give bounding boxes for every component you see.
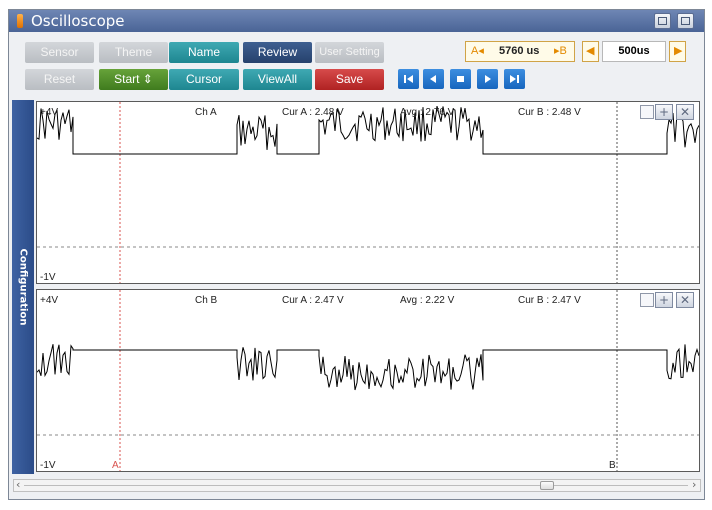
ch-a-close-icon[interactable]: ✕ <box>676 104 694 120</box>
configuration-tab-label: Configuration <box>17 248 29 326</box>
stop-icon <box>457 76 464 82</box>
ch-b-zoom-in-icon[interactable]: + <box>655 292 673 308</box>
ch-b-name: Ch B <box>195 295 218 306</box>
cursor-button[interactable]: Cursor <box>169 69 239 90</box>
step-back-button[interactable] <box>423 69 444 89</box>
skip-to-end-button[interactable] <box>504 69 525 89</box>
menu-icon[interactable] <box>677 13 694 29</box>
play-button[interactable] <box>477 69 498 89</box>
play-icon <box>485 75 491 83</box>
ch-a-checkbox[interactable] <box>640 105 654 119</box>
ch-b-avg: Avg : 2.22 V <box>400 295 455 306</box>
cursor-b-marker[interactable]: ▸B <box>554 42 567 61</box>
user-setting-button[interactable]: User Setting <box>315 42 384 63</box>
timebase-increase-button[interactable]: ▶ <box>669 41 686 62</box>
skip-to-start-button[interactable] <box>398 69 419 89</box>
view-all-button[interactable]: ViewAll <box>243 69 312 90</box>
play-back-icon <box>430 75 436 83</box>
channel-a-trace <box>37 105 699 155</box>
ch-b-close-icon[interactable]: ✕ <box>676 292 694 308</box>
cursor-b-label[interactable]: B <box>609 460 616 471</box>
channel-b-panel: +4V Ch B Cur A : 2.47 V Avg : 2.22 V Cur… <box>36 289 700 472</box>
ch-a-cur-a: Cur A : 2.48 V <box>282 107 344 118</box>
save-button[interactable]: Save <box>315 69 384 90</box>
channel-b-plot <box>37 290 699 471</box>
window-title: Oscilloscope <box>31 12 125 30</box>
app-icon <box>17 14 23 28</box>
scroll-left-icon[interactable]: ‹ <box>16 478 20 491</box>
scroll-right-icon[interactable]: › <box>692 478 696 491</box>
ch-b-cur-b: Cur B : 2.47 V <box>518 295 581 306</box>
start-button[interactable]: Start ⇕ <box>99 69 168 90</box>
restore-window-icon[interactable] <box>654 13 671 29</box>
skip-forward-icon <box>510 75 519 83</box>
arrow-right-icon: ▶ <box>674 45 683 57</box>
ch-b-top-label: +4V <box>40 295 59 306</box>
channel-a-plot <box>37 102 699 283</box>
arrow-left-icon: ◀ <box>586 45 595 57</box>
theme-button[interactable]: Theme <box>99 42 168 63</box>
title-bar: Oscilloscope <box>9 10 704 32</box>
timebase-decrease-button[interactable]: ◀ <box>582 41 599 62</box>
ch-a-cur-b: Cur B : 2.48 V <box>518 107 581 118</box>
ch-a-avg: Avg : 2.76 V <box>400 107 455 118</box>
scroll-track[interactable] <box>24 485 688 486</box>
stop-button[interactable] <box>450 69 471 89</box>
channel-b-trace <box>37 344 699 391</box>
skip-back-icon <box>404 75 413 83</box>
cursor-delta-value: 5760 us <box>499 45 540 57</box>
ch-a-zoom-in-icon[interactable]: + <box>655 104 673 120</box>
ch-a-top-label: +4V <box>40 107 59 118</box>
cursor-a-label[interactable]: A <box>112 460 119 471</box>
ch-b-bottom-label: -1V <box>40 460 56 471</box>
oscilloscope-window: Oscilloscope Sensor Theme Name Review Us… <box>8 9 705 500</box>
channel-a-panel: +4V Ch A Cur A : 2.48 V Avg : 2.76 V Cur… <box>36 101 700 284</box>
cursor-a-marker[interactable]: A◂ <box>471 42 484 61</box>
scroll-thumb[interactable] <box>540 481 554 490</box>
name-button[interactable]: Name <box>169 42 239 63</box>
reset-button[interactable]: Reset <box>25 69 94 90</box>
ch-b-cur-a: Cur A : 2.47 V <box>282 295 344 306</box>
cursor-readout: A◂ 5760 us ▸B <box>465 41 575 62</box>
configuration-tab[interactable]: Configuration <box>12 100 34 474</box>
horizontal-scrollbar[interactable]: ‹ › <box>13 478 701 492</box>
review-button[interactable]: Review <box>243 42 312 63</box>
sensor-button[interactable]: Sensor <box>25 42 94 63</box>
ch-b-checkbox[interactable] <box>640 293 654 307</box>
ch-a-bottom-label: -1V <box>40 272 56 283</box>
timebase-value[interactable]: 500us <box>602 41 666 62</box>
ch-a-name: Ch A <box>195 107 217 118</box>
